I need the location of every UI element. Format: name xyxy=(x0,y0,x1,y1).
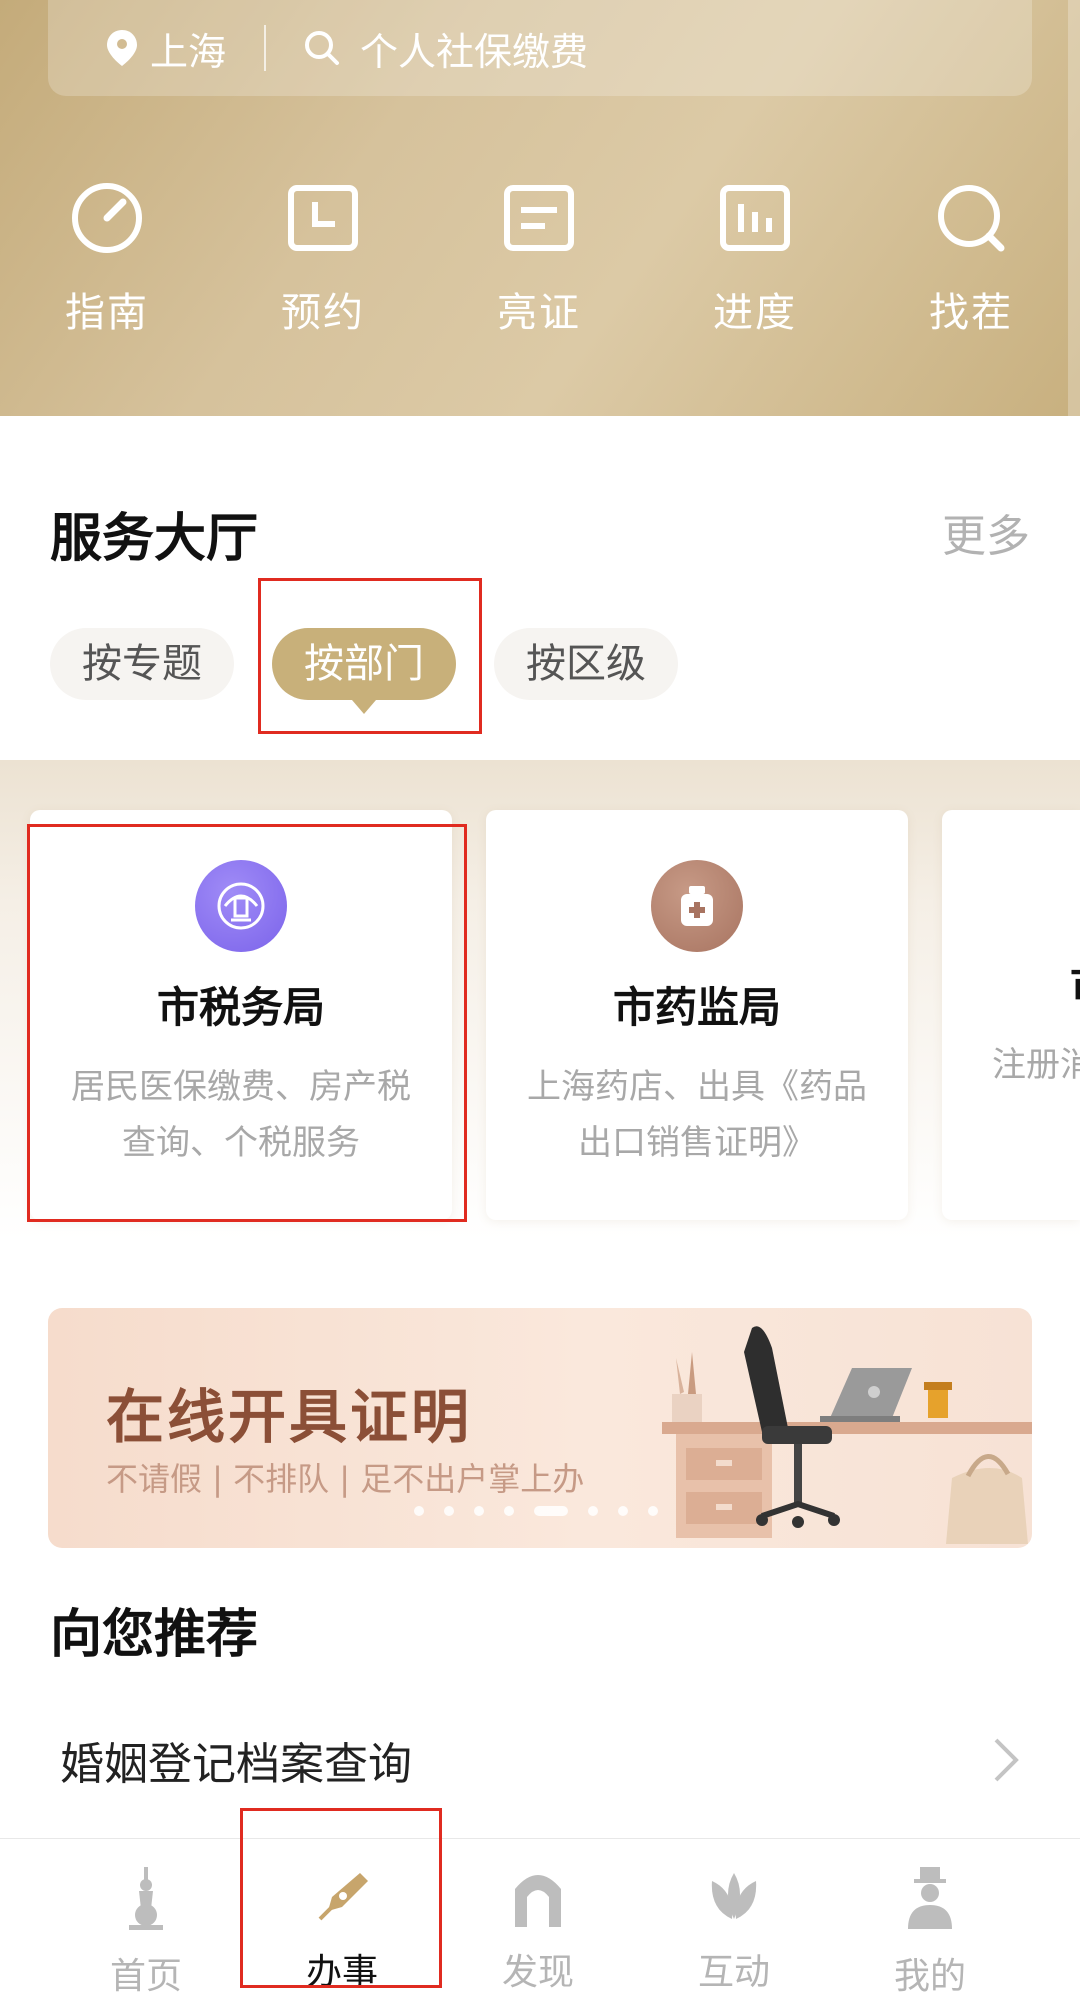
search-icon xyxy=(305,31,340,65)
carousel-dot-active[interactable] xyxy=(534,1506,568,1516)
bar-chart-icon xyxy=(715,178,795,258)
magnolia-icon xyxy=(702,1867,766,1927)
promo-banner[interactable]: 在线开具证明 不请假 | 不排队 | 足不出户掌上办 xyxy=(48,1308,1032,1548)
nav-label: 发现 xyxy=(501,1952,574,1993)
location-label: 上海 xyxy=(150,29,227,74)
quick-action-appointment[interactable]: 预约 xyxy=(243,178,403,338)
tab-by-department[interactable]: 按部门 xyxy=(272,628,456,714)
department-card-tax[interactable]: 市税务局 居民医保缴费、房产税查询、个税服务 xyxy=(30,810,452,1220)
department-card-partial[interactable]: 市 注册消 xyxy=(942,810,1080,1220)
nav-label: 互动 xyxy=(697,1952,770,1993)
tax-bureau-icon xyxy=(195,860,287,952)
arch-icon xyxy=(506,1867,570,1927)
tab-by-district[interactable]: 按区级 xyxy=(494,628,678,700)
nav-item-discover[interactable]: 发现 xyxy=(458,1839,618,1994)
quick-action-label: 亮证 xyxy=(497,290,581,336)
carousel-dot[interactable] xyxy=(504,1506,514,1516)
recommend-item[interactable]: 婚姻登记档案查询 xyxy=(60,1728,1020,1792)
service-hall-title: 服务大厅 xyxy=(50,509,259,569)
header-edge xyxy=(1068,0,1080,416)
department-description: 注册消 xyxy=(992,1045,1080,1085)
location-pin-icon xyxy=(107,30,137,66)
nav-item-home[interactable]: 首页 xyxy=(66,1839,226,1994)
search-divider xyxy=(264,25,267,71)
bottom-nav: 首页 办事 发现 互动 我的 xyxy=(0,1838,1080,1994)
location-selector[interactable]: 上海 xyxy=(104,21,226,76)
calendar-icon xyxy=(283,178,363,258)
quick-action-show-id[interactable]: 亮证 xyxy=(459,178,619,338)
search-icon xyxy=(931,178,1011,258)
carousel-dot[interactable] xyxy=(444,1506,454,1516)
department-name: 市 xyxy=(942,952,1080,1013)
quick-action-label: 进度 xyxy=(713,290,797,336)
quick-action-label: 找茬 xyxy=(929,290,1013,336)
department-name: 市药监局 xyxy=(612,983,781,1032)
quick-action-label: 预约 xyxy=(281,290,365,336)
header-banner: 上海 个人社保缴费 指南 预约 亮证 进度 找茬 xyxy=(0,0,1080,416)
recommend-title: 向您推荐 xyxy=(50,1605,259,1665)
carousel-dot[interactable] xyxy=(414,1506,424,1516)
pearl-tower-icon xyxy=(114,1867,178,1931)
person-icon xyxy=(898,1867,962,1931)
department-card-drug-admin[interactable]: 市药监局 上海药店、出具《药品出口销售证明》 xyxy=(486,810,908,1220)
department-description: 居民医保缴费、房产税查询、个税服务 xyxy=(71,1067,411,1163)
more-link[interactable]: 更多 xyxy=(942,500,1030,564)
department-description: 上海药店、出具《药品出口销售证明》 xyxy=(527,1067,867,1163)
gauge-icon xyxy=(67,178,147,258)
nav-item-interact[interactable]: 互动 xyxy=(654,1839,814,1994)
quick-action-guide[interactable]: 指南 xyxy=(27,178,187,338)
carousel-dot[interactable] xyxy=(618,1506,628,1516)
pen-nib-icon xyxy=(310,1867,374,1927)
banner-subtitle: 不请假 | 不排队 | 足不出户掌上办 xyxy=(106,1460,585,1498)
id-card-icon xyxy=(499,178,579,258)
department-icon-spacer xyxy=(942,810,1080,952)
search-input[interactable]: 个人社保缴费 xyxy=(302,21,588,76)
carousel-dot[interactable] xyxy=(648,1506,658,1516)
tab-by-topic[interactable]: 按专题 xyxy=(50,628,234,700)
department-name: 市税务局 xyxy=(156,983,325,1032)
quick-action-progress[interactable]: 进度 xyxy=(675,178,835,338)
nav-item-profile[interactable]: 我的 xyxy=(850,1839,1010,1994)
nav-item-services[interactable]: 办事 xyxy=(262,1839,422,1994)
carousel-dot[interactable] xyxy=(588,1506,598,1516)
nav-label: 我的 xyxy=(893,1956,966,1994)
banner-title: 在线开具证明 xyxy=(106,1383,473,1451)
carousel-dot[interactable] xyxy=(474,1506,484,1516)
nav-label: 首页 xyxy=(109,1956,182,1994)
quick-action-find-issue[interactable]: 找茬 xyxy=(891,178,1051,338)
medicine-bottle-icon xyxy=(651,860,743,952)
recommend-item-label: 婚姻登记档案查询 xyxy=(60,1739,412,1790)
carousel-dots[interactable] xyxy=(414,1506,678,1516)
search-placeholder: 个人社保缴费 xyxy=(360,29,589,74)
chevron-right-icon xyxy=(994,1738,1019,1782)
search-bar[interactable]: 上海 个人社保缴费 xyxy=(48,0,1032,96)
nav-label: 办事 xyxy=(305,1952,378,1993)
quick-action-label: 指南 xyxy=(65,290,149,336)
